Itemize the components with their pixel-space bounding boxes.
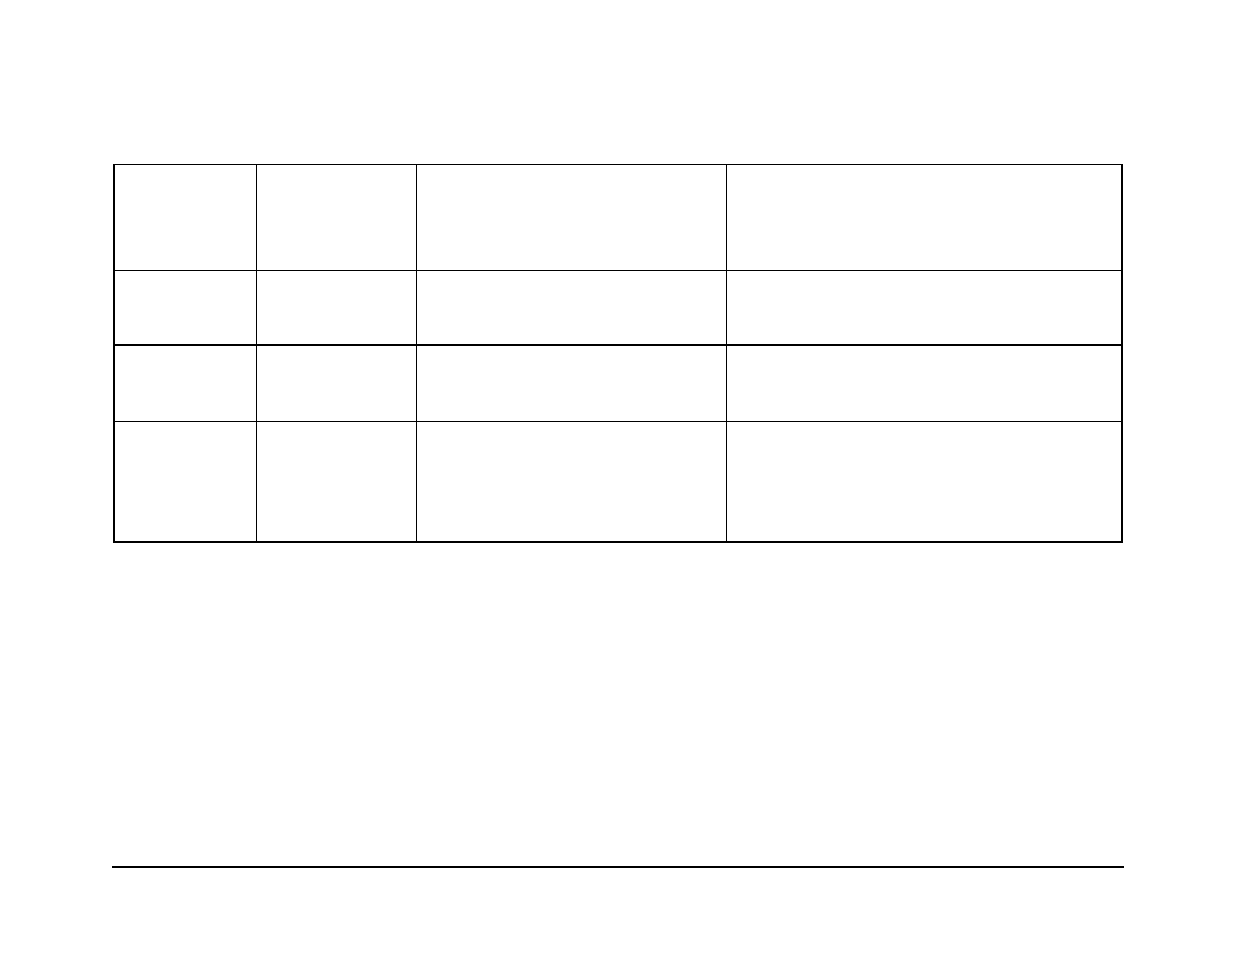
- table-cell: [416, 271, 726, 346]
- table-cell: [416, 422, 726, 543]
- table-cell: [416, 345, 726, 422]
- table-cell: [114, 345, 256, 422]
- table-cell: [114, 422, 256, 543]
- table-cell: [256, 271, 416, 346]
- table-row: [114, 271, 1122, 346]
- data-table: [113, 164, 1123, 543]
- table-row: [114, 345, 1122, 422]
- table-cell: [416, 165, 726, 271]
- table-cell: [726, 165, 1122, 271]
- table-cell: [114, 165, 256, 271]
- table-row: [114, 422, 1122, 543]
- table-cell: [256, 422, 416, 543]
- table-cell: [114, 271, 256, 346]
- table-cell: [726, 345, 1122, 422]
- table-cell: [256, 165, 416, 271]
- table-row: [114, 165, 1122, 271]
- page: [0, 0, 1235, 954]
- table-cell: [726, 422, 1122, 543]
- table-cell: [726, 271, 1122, 346]
- footer-divider: [112, 866, 1124, 868]
- table-cell: [256, 345, 416, 422]
